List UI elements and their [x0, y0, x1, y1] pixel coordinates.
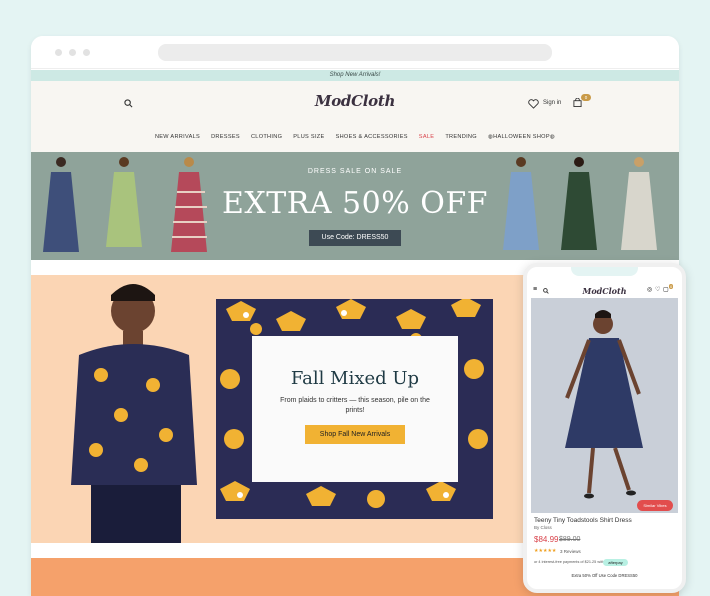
mobile-header: ≡ ModCloth ◎ ♡ ▢ 0: [527, 284, 682, 298]
site-header: ModCloth Sign in 0 NEW ARRIVALS DRESSES …: [31, 81, 679, 152]
shop-fall-button[interactable]: Shop Fall New Arrivals: [305, 425, 405, 444]
address-bar[interactable]: [158, 44, 552, 61]
payment-text: or 4 interest-free payments of $21.25 wi…: [534, 560, 605, 564]
cart-count-badge: 0: [581, 94, 591, 101]
nav-sale[interactable]: SALE: [419, 134, 435, 140]
cart-icon[interactable]: ▢: [663, 286, 669, 293]
rating-stars: ★★★★★: [534, 548, 557, 554]
heart-icon[interactable]: [528, 99, 539, 109]
promo-bar[interactable]: Shop New Arrivals!: [31, 70, 679, 81]
product-model: [565, 310, 643, 499]
browser-chrome: [31, 36, 679, 69]
banner-code: Use Code: DRESS50: [309, 230, 401, 246]
nav-clothing[interactable]: CLOTHING: [251, 134, 282, 140]
model-group-right: [503, 157, 657, 250]
nav-new-arrivals[interactable]: NEW ARRIVALS: [155, 134, 200, 140]
phone-notch: [571, 267, 638, 276]
window-dot: [69, 49, 76, 56]
mobile-promo-text: Extra 50% Off Use Code DRESS50: [571, 573, 638, 578]
window-dot: [83, 49, 90, 56]
heart-icon[interactable]: ♡: [655, 286, 660, 293]
nav-plus-size[interactable]: PLUS SIZE: [293, 134, 324, 140]
nav-halloween-shop[interactable]: ◍HALLOWEEN SHOP◍: [488, 134, 555, 140]
main-nav: NEW ARRIVALS DRESSES CLOTHING PLUS SIZE …: [31, 134, 679, 140]
feature-subtitle: From plaids to critters — this season, p…: [280, 397, 430, 414]
product-image[interactable]: Similar Vibes: [531, 298, 678, 513]
sign-in-link[interactable]: Sign in: [543, 100, 561, 106]
nav-dresses[interactable]: DRESSES: [211, 134, 240, 140]
nav-shoes-accessories[interactable]: SHOES & ACCESSORIES: [336, 134, 408, 140]
reviews-link[interactable]: 3 Reviews: [560, 549, 581, 554]
feature-card: Fall Mixed Up From plaids to critters — …: [252, 336, 458, 482]
sale-banner[interactable]: DRESS SALE ON SALE EXTRA 50% OFF Use Cod…: [31, 152, 679, 260]
product-brand[interactable]: By Closs: [534, 525, 552, 530]
nav-trending[interactable]: TRENDING: [445, 134, 477, 140]
mobile-device: ≡ ModCloth ◎ ♡ ▢ 0 Similar Vibes Teeny T…: [523, 263, 686, 593]
similar-vibes-button[interactable]: Similar Vibes: [637, 500, 673, 511]
pumpkin-icon: ◍: [549, 134, 556, 140]
product-name[interactable]: Teeny Tiny Toadstools Shirt Dress: [534, 517, 632, 524]
product-price: $84.99: [534, 535, 559, 544]
product-old-price: $89.00: [559, 536, 581, 543]
model-photo: [71, 284, 197, 543]
feature-title: Fall Mixed Up: [290, 368, 420, 389]
account-icon[interactable]: ◎: [647, 286, 652, 293]
window-dot: [55, 49, 62, 56]
afterpay-badge[interactable]: afterpay: [603, 559, 628, 566]
